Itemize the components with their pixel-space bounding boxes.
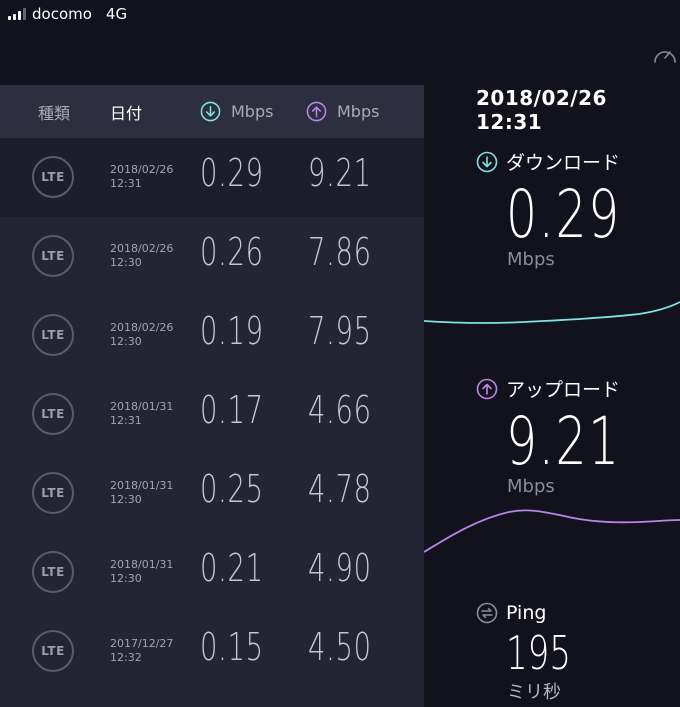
ping-value: 195 (506, 626, 571, 680)
network-type: 4G (105, 5, 128, 23)
row-upload: 7.95 (308, 309, 372, 353)
row-datetime: 2018/01/31 12:30 (110, 479, 174, 506)
speedometer-icon[interactable] (652, 44, 678, 66)
connection-type-badge: LTE (32, 314, 74, 356)
arrow-down-circle-icon (200, 101, 221, 122)
table-row[interactable]: LTE 2018/02/26 12:31 0.29 9.21 (0, 138, 424, 217)
connection-type-badge: LTE (32, 472, 74, 514)
row-upload: 4.90 (308, 546, 372, 590)
selected-test-datetime: 2018/02/26 12:31 (476, 86, 607, 134)
connection-type-badge: LTE (32, 630, 74, 672)
upload-speed-unit: Mbps (507, 476, 555, 497)
download-speed-value: 0.29 (506, 176, 621, 253)
ping-label: Ping (476, 602, 546, 624)
connection-type-badge: LTE (32, 156, 74, 198)
arrow-up-circle-icon (476, 378, 498, 399)
header-type[interactable]: 種類 (38, 85, 70, 138)
upload-speed-value: 9.21 (506, 403, 621, 480)
table-row[interactable]: LTE 2018/01/31 12:30 0.25 4.78 (0, 454, 424, 533)
ping-exchange-icon (476, 602, 498, 624)
upload-speed-graph (424, 509, 680, 553)
status-bar: docomo 4G (0, 0, 680, 28)
download-label: ダウンロード (476, 148, 620, 175)
row-datetime: 2018/01/31 12:30 (110, 558, 174, 585)
table-row[interactable]: LTE 2018/02/26 12:30 0.19 7.95 (0, 296, 424, 375)
results-table: 種類 日付 Mbps Mbps LTE 2018/02/26 12:31 0.29… (0, 85, 424, 707)
ping-unit: ミリ秒 (507, 682, 561, 703)
carrier-name: docomo (32, 5, 92, 23)
upload-label: アップロード (476, 375, 620, 402)
header-upload-unit: Mbps (337, 102, 380, 121)
row-upload: 4.78 (308, 467, 372, 511)
connection-type-badge: LTE (32, 551, 74, 593)
table-header: 種類 日付 Mbps Mbps (0, 85, 424, 138)
header-download-unit: Mbps (231, 102, 274, 121)
download-speed-unit: Mbps (507, 249, 555, 270)
connection-type-badge: LTE (32, 393, 74, 435)
arrow-up-circle-icon (306, 101, 327, 122)
table-row[interactable]: LTE 2018/02/26 12:30 0.26 7.86 (0, 217, 424, 296)
row-download: 0.26 (200, 230, 264, 274)
row-download: 0.29 (200, 151, 264, 195)
arrow-down-circle-icon (476, 151, 498, 172)
row-datetime: 2017/12/27 12:32 (110, 637, 174, 664)
row-download: 0.15 (200, 625, 264, 669)
row-download: 0.17 (200, 388, 264, 432)
row-download: 0.25 (200, 467, 264, 511)
connection-type-badge: LTE (32, 235, 74, 277)
table-row[interactable]: LTE 2017/12/27 12:32 0.15 4.50 (0, 612, 424, 691)
table-row[interactable]: LTE 2018/01/31 12:31 0.17 4.66 (0, 375, 424, 454)
row-datetime: 2018/02/26 12:31 (110, 163, 174, 190)
table-row[interactable]: LTE 2018/01/31 12:30 0.21 4.90 (0, 533, 424, 612)
row-datetime: 2018/02/26 12:30 (110, 242, 174, 269)
row-download: 0.19 (200, 309, 264, 353)
signal-strength-icon (8, 8, 26, 20)
row-upload: 4.66 (308, 388, 372, 432)
header-download[interactable]: Mbps (200, 85, 273, 138)
row-download: 0.21 (200, 546, 264, 590)
row-upload: 9.21 (308, 151, 372, 195)
row-datetime: 2018/01/31 12:31 (110, 400, 174, 427)
header-upload[interactable]: Mbps (306, 85, 379, 138)
row-upload: 7.86 (308, 230, 372, 274)
row-datetime: 2018/02/26 12:30 (110, 321, 174, 348)
header-date[interactable]: 日付 (110, 85, 142, 138)
download-speed-graph (424, 301, 680, 324)
row-upload: 4.50 (308, 625, 372, 669)
